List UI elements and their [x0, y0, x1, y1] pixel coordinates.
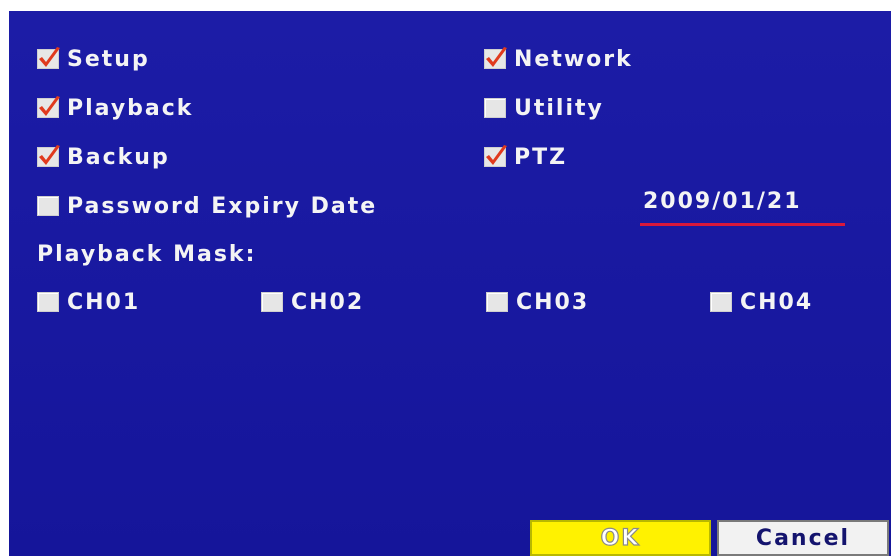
checkbox-checked-icon[interactable]	[484, 145, 507, 167]
checkbox-checked-icon[interactable]	[37, 47, 60, 69]
user-permission-panel: Setup Playback Backup Password Expiry Da…	[9, 11, 891, 556]
ptz-label: PTZ	[514, 144, 568, 170]
checkbox-unchecked-icon[interactable]	[486, 292, 508, 312]
password-expiry-label: Password Expiry Date	[67, 193, 378, 219]
dvr-screen: Setup Playback Backup Password Expiry Da…	[0, 0, 891, 556]
utility-option[interactable]: Utility	[484, 92, 604, 124]
channel-ch04-option[interactable]: CH04	[710, 286, 813, 318]
channel-ch02-option[interactable]: CH02	[261, 286, 364, 318]
expiry-date-field[interactable]: 2009/01/21	[640, 189, 845, 226]
checkbox-unchecked-icon[interactable]	[261, 292, 283, 312]
password-expiry-option[interactable]: Password Expiry Date	[37, 190, 377, 222]
cancel-button-label: Cancel	[755, 525, 851, 551]
backup-option[interactable]: Backup	[37, 141, 170, 173]
playback-label: Playback	[67, 95, 194, 121]
playback-mask-title: Playback Mask:	[37, 241, 257, 267]
channel-ch03-label: CH03	[516, 289, 590, 315]
checkbox-unchecked-icon[interactable]	[37, 196, 59, 216]
ok-button[interactable]: OK	[530, 520, 711, 556]
ok-button-label: OK	[600, 525, 641, 551]
expiry-date-value[interactable]: 2009/01/21	[643, 189, 802, 214]
setup-option[interactable]: Setup	[37, 43, 150, 75]
ptz-option[interactable]: PTZ	[484, 141, 567, 173]
network-label: Network	[514, 46, 633, 72]
checkbox-checked-icon[interactable]	[37, 96, 60, 118]
network-option[interactable]: Network	[484, 43, 633, 75]
checkbox-unchecked-icon[interactable]	[37, 292, 59, 312]
date-underline	[640, 223, 845, 226]
setup-label: Setup	[67, 46, 150, 72]
backup-label: Backup	[67, 144, 170, 170]
checkbox-unchecked-icon[interactable]	[710, 292, 732, 312]
utility-label: Utility	[514, 95, 604, 121]
playback-mask-heading: Playback Mask:	[37, 238, 256, 270]
channel-ch02-label: CH02	[291, 289, 365, 315]
channel-ch01-label: CH01	[67, 289, 141, 315]
checkbox-checked-icon[interactable]	[484, 47, 507, 69]
channel-ch01-option[interactable]: CH01	[37, 286, 140, 318]
playback-option[interactable]: Playback	[37, 92, 193, 124]
checkbox-unchecked-icon[interactable]	[484, 98, 506, 118]
channel-ch03-option[interactable]: CH03	[486, 286, 589, 318]
channel-ch04-label: CH04	[740, 289, 814, 315]
cancel-button[interactable]: Cancel	[717, 520, 889, 556]
checkbox-checked-icon[interactable]	[37, 145, 60, 167]
